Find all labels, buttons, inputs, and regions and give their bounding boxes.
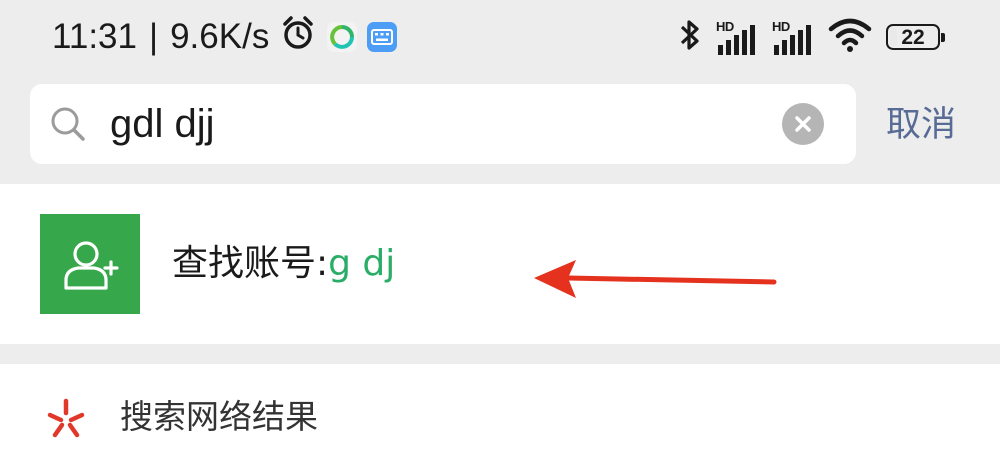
search-input[interactable]: [110, 96, 790, 152]
status-separator: |: [149, 17, 159, 56]
search-account-prefix: 查找账号:: [172, 243, 329, 284]
network-search-row[interactable]: 搜索网络结果: [0, 364, 1000, 464]
network-search-icon: [46, 398, 86, 438]
add-friend-icon: [40, 214, 140, 314]
green-app-icon: [327, 22, 358, 52]
status-right: HD HD 22: [678, 14, 945, 60]
search-account-query: g dj: [328, 243, 396, 284]
alarm-clock-icon: [279, 14, 317, 61]
cancel-button[interactable]: 取消: [886, 100, 956, 150]
signal-hd-1-icon: HD: [716, 19, 758, 55]
status-left: 11:31 | 9.6K/s: [52, 14, 398, 61]
status-bar: 11:31 | 9.6K/s HD HD 22: [0, 0, 1000, 78]
battery-level: [890, 28, 897, 46]
network-search-label: 搜索网络结果: [120, 397, 318, 436]
search-account-result[interactable]: 查找账号:g dj: [0, 184, 1000, 344]
battery-percent: 22: [901, 25, 925, 49]
search-box[interactable]: [30, 84, 856, 164]
keyboard-app-icon: [367, 22, 398, 52]
bluetooth-icon: [678, 17, 702, 57]
search-account-label: 查找账号:g dj: [172, 234, 395, 294]
clear-icon[interactable]: [782, 103, 824, 145]
search-icon: [48, 104, 88, 144]
network-speed: 9.6K/s: [170, 17, 270, 56]
red-arrow-icon: [534, 260, 777, 298]
signal-hd-2-icon: HD: [772, 19, 814, 55]
clock-time: 11:31: [52, 17, 137, 56]
battery-icon: 22: [886, 24, 945, 50]
wifi-icon: [828, 17, 872, 57]
